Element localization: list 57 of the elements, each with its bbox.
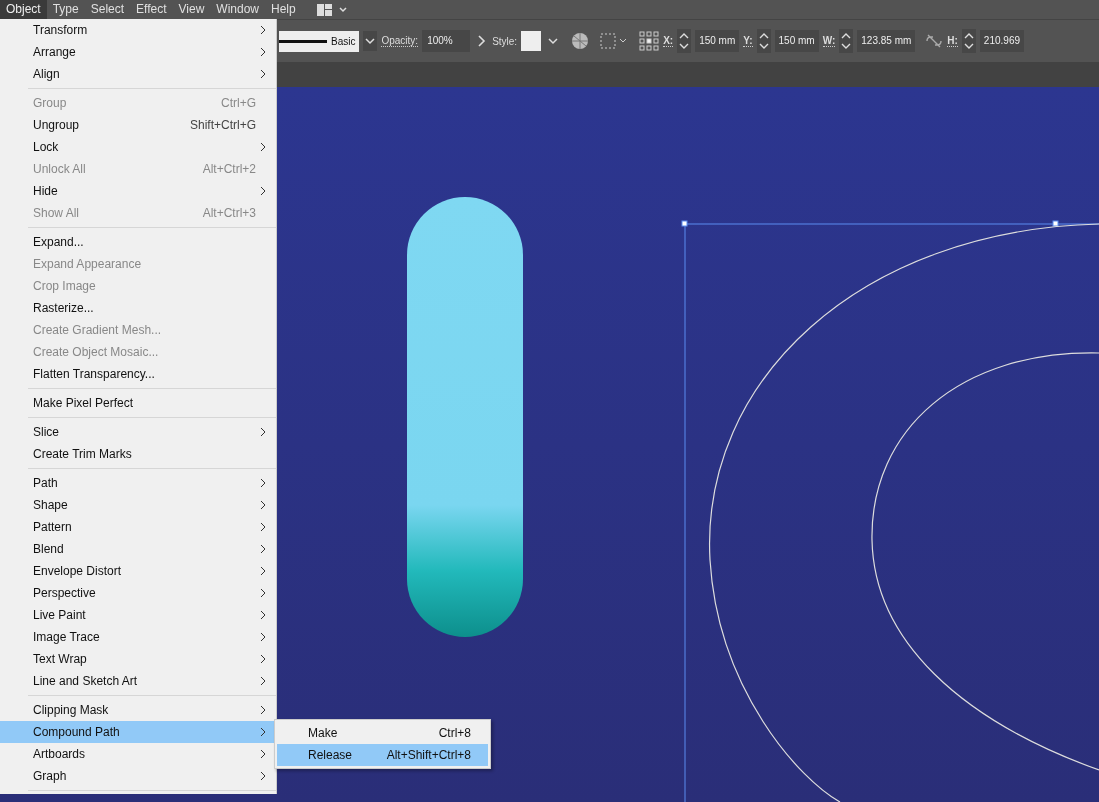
menu-bar-item[interactable]: Effect: [130, 0, 173, 19]
menu-item[interactable]: Ungroup Shift+Ctrl+G: [0, 114, 276, 136]
coordinate-field[interactable]: 210.969: [979, 30, 1024, 52]
stepper-icon[interactable]: [961, 29, 976, 53]
menu-bar-item[interactable]: Window: [210, 0, 265, 19]
opacity-label[interactable]: Opacity:: [381, 35, 419, 47]
menu-bar-item[interactable]: Select: [84, 0, 131, 19]
coordinate-label[interactable]: H:: [947, 35, 958, 47]
caret-icon[interactable]: [363, 31, 378, 51]
menu-item[interactable]: Path: [0, 472, 276, 494]
coordinate-field[interactable]: 150 mm: [695, 30, 740, 52]
stroke-profile-dropdown[interactable]: Basic: [279, 30, 360, 52]
menu-item[interactable]: Make Ctrl+8: [277, 722, 488, 744]
style-swatch[interactable]: [521, 31, 542, 51]
menu-item[interactable]: Graph: [0, 765, 276, 787]
menu-bar-item[interactable]: View: [172, 0, 211, 19]
menu-item[interactable]: Rasterize...: [0, 297, 276, 319]
menu-item[interactable]: Create Trim Marks: [0, 443, 276, 465]
menu-item[interactable]: Perspective: [0, 582, 276, 604]
menu-item[interactable]: Release Alt+Shift+Ctrl+8: [277, 744, 488, 766]
menu-item[interactable]: Make Pixel Perfect: [0, 392, 276, 414]
stepper-icon[interactable]: [839, 29, 854, 53]
menu-item[interactable]: Expand...: [0, 231, 276, 253]
menu-item[interactable]: Shape: [0, 494, 276, 516]
menu-bar-item[interactable]: Help: [265, 0, 302, 19]
menu-item[interactable]: Clipping Mask: [0, 699, 276, 721]
opacity-field[interactable]: 100%: [422, 30, 471, 52]
menu-item[interactable]: Text Wrap: [0, 648, 276, 670]
stepper-icon[interactable]: [677, 29, 692, 53]
menu-item[interactable]: Image Trace: [0, 626, 276, 648]
workspace-layout-icon[interactable]: [315, 2, 350, 17]
coordinate-label[interactable]: X:: [663, 35, 674, 47]
stepper-icon[interactable]: [756, 29, 771, 53]
menu-item[interactable]: Artboards: [0, 743, 276, 765]
menu-item[interactable]: Compound Path: [0, 721, 276, 743]
menu-bar-item[interactable]: Type: [46, 0, 85, 19]
menu-item[interactable]: Line and Sketch Art: [0, 670, 276, 692]
reference-point-icon[interactable]: [639, 31, 660, 51]
menu-item[interactable]: Hide: [0, 180, 276, 202]
menu-bar-item[interactable]: Object: [0, 0, 47, 19]
coordinate-label[interactable]: W:: [822, 35, 836, 47]
style-label: Style:: [492, 35, 518, 47]
coordinate-field[interactable]: 150 mm: [774, 30, 819, 52]
coordinate-label[interactable]: Y:: [743, 35, 753, 47]
menu-item[interactable]: Live Paint: [0, 604, 276, 626]
menu-item[interactable]: Envelope Distort: [0, 560, 276, 582]
menu-item[interactable]: Arrange: [0, 41, 276, 63]
menu-item[interactable]: Pattern: [0, 516, 276, 538]
coordinate-field[interactable]: 123.85 mm: [857, 30, 916, 52]
menu-item[interactable]: Blend: [0, 538, 276, 560]
menu-item[interactable]: Slice: [0, 421, 276, 443]
menu-item[interactable]: Align: [0, 63, 276, 85]
menu-item[interactable]: Lock: [0, 136, 276, 158]
menu-item[interactable]: Transform: [0, 19, 276, 41]
link-icon[interactable]: [925, 34, 944, 48]
menu-item[interactable]: Flatten Transparency...: [0, 363, 276, 385]
globe-icon[interactable]: [571, 32, 590, 50]
